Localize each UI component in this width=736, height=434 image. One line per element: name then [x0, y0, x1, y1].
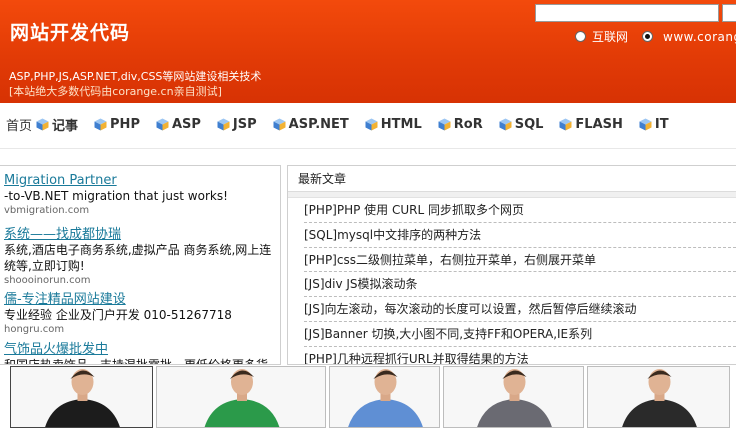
nav-item-home[interactable]: 首页	[6, 115, 32, 134]
article-link[interactable]: [PHP]PHP 使用 CURL 同步抓取多个网页	[304, 198, 736, 223]
ad-desc: 统等,立即订购!	[4, 259, 85, 273]
latest-articles-panel: 最新文章 [PHP]PHP 使用 CURL 同步抓取多个网页 [SQL]mysq…	[287, 165, 736, 365]
ad-url[interactable]: hongru.com	[4, 323, 232, 336]
cube-icon	[217, 118, 230, 131]
photo-thumb[interactable]	[443, 366, 584, 428]
photo-thumb[interactable]	[10, 366, 153, 428]
nav-item-label: HTML	[380, 116, 422, 132]
nav-item-label: PHP	[110, 116, 140, 132]
radio-internet[interactable]	[575, 31, 586, 42]
nav-item-label: JSP	[232, 116, 257, 132]
nav-item-label: RoR	[453, 116, 483, 132]
header-subtitle: ASP,PHP,JS,ASP.NET,div,CSS等网站建设相关技术	[9, 70, 262, 83]
search-button[interactable]	[722, 4, 736, 22]
nav-item-php[interactable]: PHP	[94, 117, 140, 132]
article-link[interactable]: [PHP]css二级侧拉菜单，右侧拉开菜单，右侧展开菜单	[304, 248, 736, 273]
cube-icon	[365, 118, 378, 131]
article-link[interactable]: [SQL]mysql中文排序的两种方法	[304, 223, 736, 248]
ad-title-link[interactable]: 气饰品火爆批发中	[4, 338, 268, 357]
nav-item-html[interactable]: HTML	[365, 117, 422, 132]
cube-icon	[499, 118, 512, 131]
ad-desc: 专业经验 企业及门户开发 010-51267718	[4, 308, 232, 322]
cube-icon	[559, 118, 572, 131]
search-scope: 互联网 www.corange	[575, 28, 736, 45]
nav-item-label: IT	[654, 116, 669, 132]
nav-item-label: ASP.NET	[288, 116, 349, 132]
model-photo	[157, 367, 325, 427]
nav-item-asp[interactable]: ASP	[156, 117, 201, 132]
nav-item-notes[interactable]: 记事	[36, 115, 78, 134]
photo-thumb[interactable]	[329, 366, 440, 428]
ad-panel: Migration Partner -to-VB.NET migration t…	[0, 165, 281, 365]
radio-site-label[interactable]: www.corange	[663, 30, 736, 44]
nav-item-sql[interactable]: SQL	[499, 116, 544, 132]
photo-strip	[0, 366, 736, 434]
ad-title-link[interactable]: 系统——找成都协瑞	[4, 223, 271, 242]
nav-item-label: ASP	[171, 116, 201, 132]
radio-site[interactable]	[642, 31, 654, 42]
nav-item-flash[interactable]: FLASH	[559, 116, 623, 132]
cube-icon	[438, 118, 451, 131]
photo-thumb[interactable]	[587, 366, 730, 428]
nav-item-jsp[interactable]: JSP	[217, 117, 257, 132]
article-link[interactable]: [JS]div JS模拟滚动条	[304, 272, 736, 298]
nav-item-label: SQL	[514, 116, 544, 132]
model-photo	[330, 367, 439, 427]
cube-icon	[36, 118, 49, 131]
ad-item: Migration Partner -to-VB.NET migration t…	[4, 173, 228, 217]
cube-icon	[639, 118, 652, 131]
radio-internet-label[interactable]: 互联网	[592, 28, 628, 45]
photo-thumb[interactable]	[156, 366, 326, 428]
nav-item-ror[interactable]: RoR	[438, 117, 483, 132]
ad-url[interactable]: shoooinorun.com	[4, 274, 271, 287]
cube-icon	[94, 118, 107, 131]
nav-item-label: 首页	[6, 118, 33, 134]
header-note: [本站绝大多数代码由corange.cn亲自测试]	[9, 85, 222, 98]
model-photo	[444, 367, 583, 427]
site-header: 网站开发代码 互联网 www.corange ASP,PHP,JS,ASP.NE…	[0, 0, 736, 103]
cube-icon	[273, 118, 286, 131]
ad-item: 儒-专注精品网站建设 专业经验 企业及门户开发 010-51267718 hon…	[4, 288, 232, 336]
ad-item: 系统——找成都协瑞 系统,酒店电子商务系统,虚拟产品 商务系统,网上连 统等,立…	[4, 223, 271, 287]
nav-item-label: 记事	[52, 118, 79, 134]
article-list: [PHP]PHP 使用 CURL 同步抓取多个网页 [SQL]mysql中文排序…	[288, 198, 736, 364]
nav-item-label: FLASH	[575, 116, 623, 132]
article-link[interactable]: [JS]向左滚动，每次滚动的长度可以设置，然后暂停后继续滚动	[304, 297, 736, 322]
ad-url[interactable]: vbmigration.com	[4, 204, 228, 217]
article-link[interactable]: [PHP]几种远程抓行URL并取得结果的方法	[304, 347, 736, 364]
nav-item-aspnet[interactable]: ASP.NET	[273, 117, 349, 132]
ad-desc: -to-VB.NET migration that just works!	[4, 189, 228, 203]
nav-item-it[interactable]: IT	[639, 117, 669, 132]
model-photo	[588, 367, 729, 427]
model-photo	[11, 367, 152, 427]
search-input[interactable]	[535, 4, 719, 22]
nav-divider	[0, 148, 736, 149]
site-title[interactable]: 网站开发代码	[10, 18, 130, 45]
article-link[interactable]: [JS]Banner 切换,大小图不同,支持FF和OPERA,IE系列	[304, 322, 736, 347]
cube-icon	[156, 118, 169, 131]
ad-desc: 系统,酒店电子商务系统,虚拟产品 商务系统,网上连	[4, 243, 272, 257]
ad-item: 气饰品火爆批发中 和国店热卖饰品，支持混批零批，更低价格更多货	[4, 338, 269, 365]
latest-articles-heading: 最新文章	[288, 166, 736, 192]
ad-desc: 和国店热卖饰品，支持混批零批，更低价格更多货	[4, 358, 269, 365]
main-nav: 首页 记事 PHP ASP JSP ASP.NET HTML RoR SQL F…	[0, 108, 736, 140]
ad-title-link[interactable]: Migration Partner	[4, 173, 228, 188]
ad-title-link[interactable]: 儒-专注精品网站建设	[4, 288, 232, 307]
